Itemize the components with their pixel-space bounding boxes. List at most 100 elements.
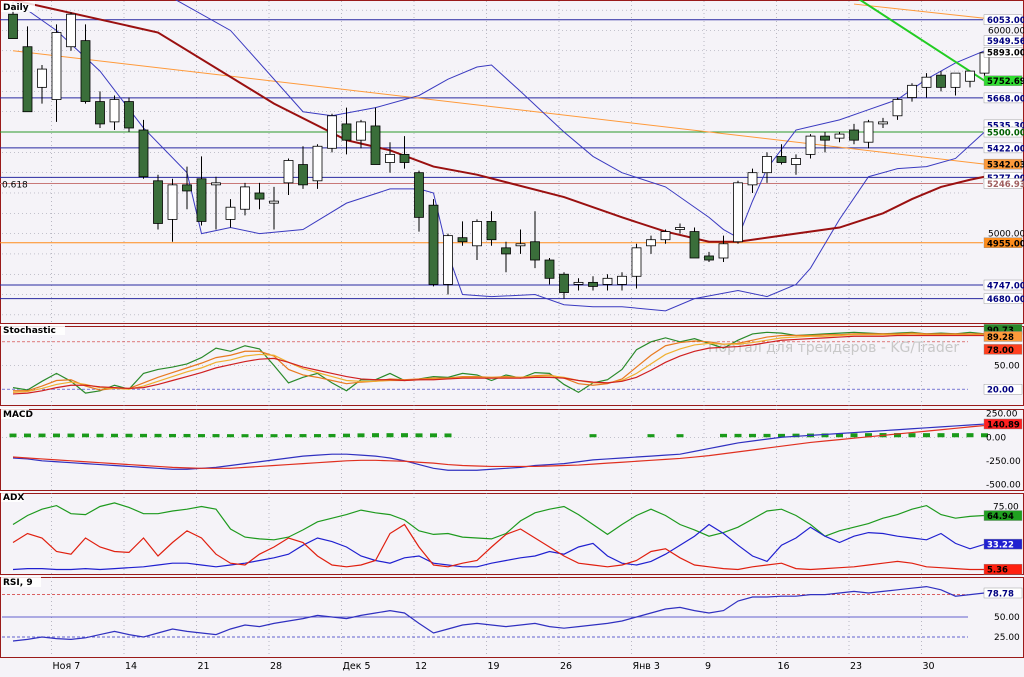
candle-body: [298, 164, 308, 186]
macd-histogram-bar: [285, 434, 292, 438]
candle-body: [269, 200, 279, 204]
macd-histogram-bar: [386, 433, 394, 438]
price-tag: 5342.03: [987, 161, 1024, 171]
date-axis-label: 26: [560, 661, 572, 672]
date-axis-label: 14: [125, 661, 137, 672]
candle-body: [733, 182, 743, 243]
adx-tag: 64.94: [987, 512, 1014, 522]
date-axis-label: 12: [415, 661, 427, 672]
macd-histogram-bar: [241, 434, 249, 438]
macd-axis-tick: -500.00: [986, 480, 1021, 490]
candle-body: [950, 72, 961, 88]
macd-tag: 140.89: [987, 420, 1020, 430]
candle-body: [51, 32, 62, 100]
candle-body: [689, 231, 700, 259]
candle-body: [718, 243, 729, 259]
macd-histogram-bar: [937, 433, 945, 438]
candle-body: [530, 241, 540, 261]
candle-body: [965, 70, 975, 82]
macd-histogram-bar: [212, 434, 220, 438]
macd-histogram-bar: [198, 434, 205, 438]
candle-body: [573, 281, 584, 285]
price-tag: 4680.00: [987, 295, 1024, 305]
macd-histogram-bar: [923, 433, 930, 438]
candle-body: [225, 206, 236, 220]
macd-histogram-bar: [67, 433, 75, 438]
candle-body: [791, 158, 801, 165]
panel-title: MACD: [3, 410, 33, 420]
candle-body: [341, 123, 352, 141]
candle-body: [631, 247, 642, 277]
candle-body: [921, 76, 932, 88]
candle-body: [80, 40, 91, 102]
price-tag: 5246.93: [987, 180, 1024, 190]
macd-histogram-bar: [125, 433, 133, 438]
candle-body: [428, 204, 439, 285]
candle-body: [878, 121, 888, 125]
candle-body: [486, 221, 497, 241]
date-axis-label: Дек 5: [343, 661, 371, 672]
macd-histogram-bar: [9, 433, 17, 438]
macd-axis-tick: -250.00: [986, 457, 1021, 467]
trading-chart: 0.618 6053.00 5949.56 5893.00 5752.69 5668.00…: [0, 0, 1024, 673]
candle-body: [544, 259, 555, 279]
candle-body: [283, 160, 294, 184]
price-tag: 5752.69: [987, 77, 1024, 87]
rsi-axis-tick: 25.00: [994, 633, 1020, 643]
candle-body: [22, 46, 33, 113]
macd-histogram-bar: [53, 433, 60, 438]
macd-histogram-bar: [676, 434, 684, 438]
price-tag: 6053.00: [987, 16, 1024, 26]
price-tag: 5668.00: [987, 94, 1024, 104]
candle-body: [167, 184, 178, 220]
macd-histogram-bar: [299, 434, 307, 438]
macd-histogram-bar: [357, 433, 365, 438]
stoch-axis-tick: 50.00: [994, 362, 1020, 372]
fib-level-label: 0.618: [2, 180, 28, 190]
price-tag: 4747.00: [987, 282, 1024, 292]
macd-histogram-bar: [749, 433, 756, 438]
candle-body: [820, 135, 830, 141]
stoch-tag: 89.28: [987, 333, 1014, 343]
macd-histogram-bar: [401, 433, 408, 438]
candle-body: [399, 153, 410, 163]
macd-histogram-bar: [24, 433, 31, 438]
macd-histogram-bar: [111, 433, 118, 438]
macd-histogram-bar: [966, 433, 974, 438]
rsi-axis-tick: 50.00: [994, 613, 1020, 623]
macd-histogram-bar: [154, 433, 162, 438]
candle-body: [762, 156, 772, 174]
date-axis-label: Янв 3: [633, 661, 660, 672]
candle-body: [240, 186, 250, 210]
rsi-tag: 78.78: [987, 590, 1014, 600]
adx-tag: 33.22: [987, 541, 1014, 551]
watermark-text: Портал для трейдеров - KG/Trader: [708, 340, 959, 356]
macd-histogram-bar: [140, 433, 147, 438]
candle-body: [443, 235, 453, 285]
date-axis-label: Ноя 7: [53, 661, 81, 672]
candle-body: [138, 129, 149, 178]
macd-histogram-bar: [647, 434, 655, 438]
candle-body: [182, 184, 192, 192]
candle-body: [936, 74, 946, 88]
candle-body: [660, 231, 671, 241]
price-tag: 5949.56: [987, 37, 1024, 47]
date-axis-label: 19: [488, 661, 500, 672]
candle-body: [863, 121, 874, 143]
adx-tag: 5.36: [987, 566, 1008, 576]
candle-body: [501, 247, 511, 255]
candle-body: [370, 125, 381, 165]
candle-body: [646, 239, 656, 247]
candle-body: [704, 255, 714, 261]
date-axis-label: 30: [923, 661, 935, 672]
stoch-tag: 78.00: [987, 346, 1014, 356]
price-tag: 5500.00: [987, 129, 1024, 139]
macd-histogram-bar: [850, 433, 858, 438]
candle-body: [472, 221, 482, 247]
candle-body: [95, 101, 105, 125]
macd-histogram-bar: [328, 433, 336, 438]
candle-body: [124, 101, 134, 129]
candle-body: [805, 135, 816, 155]
macd-histogram-bar: [256, 434, 263, 438]
price-tag: 5893.00: [987, 49, 1024, 59]
